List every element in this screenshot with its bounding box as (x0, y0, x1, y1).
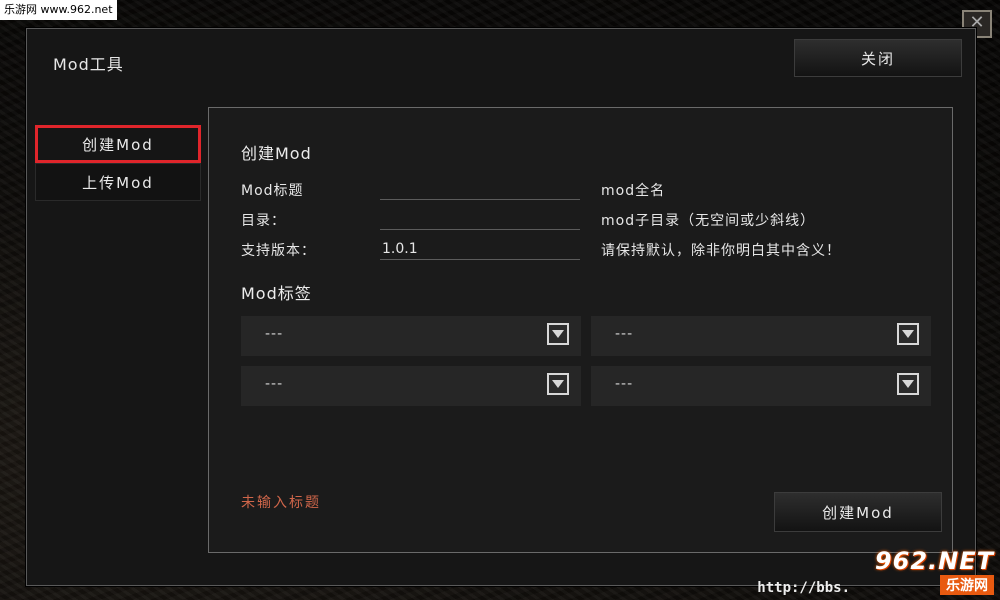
watermark-logo: 962.NET 乐游网 (874, 547, 994, 595)
label-supported-version: 支持版本： (241, 243, 316, 259)
section-title-create-mod: 创建Mod (241, 144, 312, 163)
watermark-url: http://bbs. (757, 580, 850, 596)
chevron-down-icon[interactable] (547, 373, 569, 395)
tag-dropdown-1[interactable]: --- (241, 316, 581, 356)
mod-tool-dialog: Mod工具 关闭 创建Mod 上传Mod 创建Mod Mod标题 mod全名 目… (26, 28, 976, 586)
watermark-top-left: 乐游网 www.962.net (0, 0, 117, 20)
close-button[interactable]: 关闭 (794, 39, 962, 77)
chevron-down-icon[interactable] (547, 323, 569, 345)
create-mod-button[interactable]: 创建Mod (774, 492, 942, 532)
label-mod-title: Mod标题 (241, 183, 304, 199)
tab-create-mod[interactable]: 创建Mod (35, 125, 201, 163)
label-directory: 目录： (241, 213, 286, 229)
tag-dropdown-value: --- (615, 326, 634, 342)
tag-dropdown-4[interactable]: --- (591, 366, 931, 406)
tag-dropdown-value: --- (265, 326, 284, 342)
section-title-mod-tags: Mod标签 (241, 284, 312, 303)
create-mod-panel: 创建Mod Mod标题 mod全名 目录： mod子目录（无空间或少斜线） 支持… (208, 107, 953, 553)
chevron-down-icon[interactable] (897, 373, 919, 395)
tag-dropdown-2[interactable]: --- (591, 316, 931, 356)
hint-directory: mod子目录（无空间或少斜线） (601, 213, 816, 229)
tag-dropdown-value: --- (265, 376, 284, 392)
directory-input[interactable] (380, 208, 580, 230)
supported-version-input[interactable]: 1.0.1 (380, 238, 580, 260)
error-message: 未输入标题 (241, 495, 321, 511)
dialog-title: Mod工具 (53, 55, 124, 74)
tag-dropdown-value: --- (615, 376, 634, 392)
tag-dropdown-3[interactable]: --- (241, 366, 581, 406)
hint-mod-title: mod全名 (601, 183, 666, 199)
mod-title-input[interactable] (380, 178, 580, 200)
tab-upload-mod[interactable]: 上传Mod (35, 163, 201, 201)
hint-supported-version: 请保持默认，除非你明白其中含义！ (601, 243, 841, 259)
chevron-down-icon[interactable] (897, 323, 919, 345)
